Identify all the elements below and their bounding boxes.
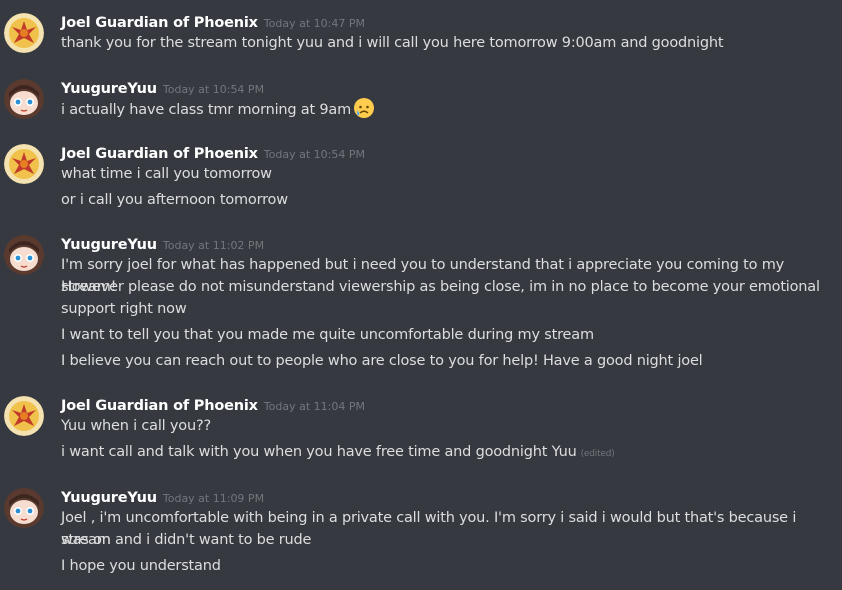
- username[interactable]: YuugureYuu: [61, 81, 157, 97]
- timestamp: Today at 11:02 PM: [162, 239, 265, 252]
- chat-messages: Joel Guardian of Phoenix Today at 10:47 P…: [0, 0, 842, 590]
- anime-girl-avatar[interactable]: [4, 79, 44, 119]
- message-text: However please do not misunderstand view…: [61, 279, 820, 295]
- message-header: Joel Guardian of Phoenix Today at 10:54 P…: [61, 143, 365, 165]
- message-header: Joel Guardian of Phoenix Today at 10:47 P…: [61, 12, 365, 34]
- phoenix-avatar[interactable]: [4, 13, 44, 53]
- message-text: Yuu when i call you??: [61, 418, 211, 434]
- message-text: I hope you understand: [61, 558, 221, 574]
- message-text: stream and i didn't want to be rude: [61, 532, 312, 548]
- anime-girl-avatar[interactable]: [4, 235, 44, 275]
- username[interactable]: Joel Guardian of Phoenix: [61, 146, 258, 162]
- message-text: i actually have class tmr morning at 9am: [61, 102, 352, 118]
- message-line: i want call and talk with you when you h…: [61, 441, 821, 465]
- username[interactable]: Joel Guardian of Phoenix: [61, 15, 258, 31]
- message-line: i actually have class tmr morning at 9am: [61, 97, 821, 121]
- message-text: what time i call you tomorrow: [61, 166, 272, 182]
- phoenix-avatar[interactable]: [4, 144, 44, 184]
- message-header: Joel Guardian of Phoenix Today at 11:04 P…: [61, 395, 365, 417]
- timestamp: Today at 11:04 PM: [263, 400, 365, 413]
- sad-but-relieved-face-emoji: [353, 97, 375, 119]
- username[interactable]: YuugureYuu: [61, 490, 157, 506]
- timestamp: Today at 10:54 PM: [263, 148, 365, 161]
- message-text: i want call and talk with you when you h…: [61, 444, 577, 460]
- edited-label: (edited): [580, 449, 615, 459]
- message-text: support right now: [61, 301, 187, 317]
- message-text: I want to tell you that you made me quit…: [61, 327, 594, 343]
- message-text: I believe you can reach out to people wh…: [61, 353, 703, 369]
- username[interactable]: YuugureYuu: [61, 237, 157, 253]
- anime-girl-avatar[interactable]: [4, 488, 44, 528]
- timestamp: Today at 10:54 PM: [162, 83, 265, 96]
- timestamp: Today at 10:47 PM: [263, 17, 365, 30]
- message-text: or i call you afternoon tomorrow: [61, 192, 288, 208]
- message-header: YuugureYuu Today at 11:02 PM: [61, 234, 264, 256]
- username[interactable]: Joel Guardian of Phoenix: [61, 398, 258, 414]
- message-header: YuugureYuu Today at 11:09 PM: [61, 487, 264, 509]
- timestamp: Today at 11:09 PM: [162, 492, 265, 505]
- phoenix-avatar[interactable]: [4, 396, 44, 436]
- message-text: thank you for the stream tonight yuu and…: [61, 35, 724, 51]
